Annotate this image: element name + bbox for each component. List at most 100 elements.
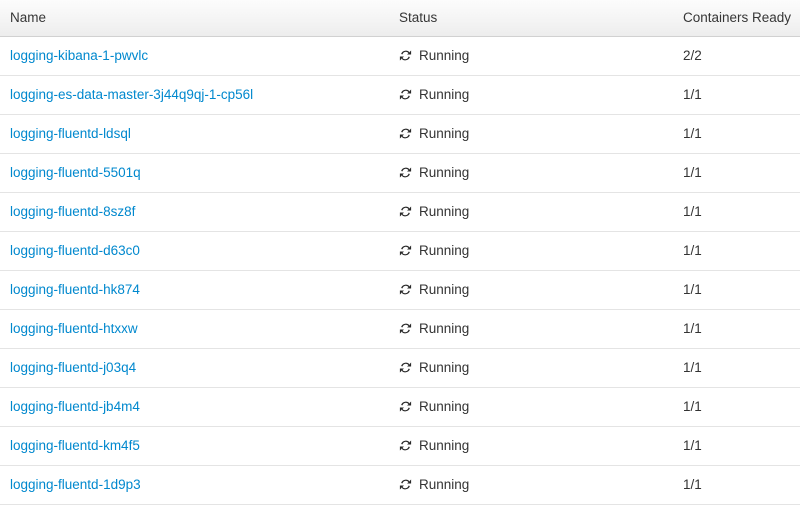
status-label: Running bbox=[419, 48, 470, 63]
containers-ready-value: 1/1 bbox=[683, 243, 702, 258]
table-header-row: Name Status Containers Ready bbox=[0, 0, 800, 37]
table-row[interactable]: logging-fluentd-j03q4 Running 1/1 bbox=[0, 348, 800, 388]
refresh-icon bbox=[399, 127, 412, 140]
pod-name-link[interactable]: logging-fluentd-jb4m4 bbox=[10, 399, 140, 414]
pod-name-link[interactable]: logging-fluentd-ldsql bbox=[10, 126, 131, 141]
status-label: Running bbox=[419, 438, 470, 453]
pod-name-link[interactable]: logging-fluentd-8sz8f bbox=[10, 204, 135, 219]
pod-name-link[interactable]: logging-fluentd-htxxw bbox=[10, 321, 138, 336]
cell-name: logging-fluentd-5501q bbox=[0, 153, 389, 193]
status-badge: Running bbox=[399, 76, 663, 114]
column-header-status[interactable]: Status bbox=[389, 0, 673, 37]
status-label: Running bbox=[419, 126, 470, 141]
status-badge: Running bbox=[399, 466, 663, 504]
table-row[interactable]: logging-fluentd-d63c0 Running 1/1 bbox=[0, 231, 800, 271]
containers-ready-value: 1/1 bbox=[683, 399, 702, 414]
containers-ready-value: 1/1 bbox=[683, 360, 702, 375]
table-row[interactable]: logging-kibana-1-pwvlc Running 2/2 bbox=[0, 36, 800, 76]
status-label: Running bbox=[419, 204, 470, 219]
cell-name: logging-fluentd-hk874 bbox=[0, 270, 389, 310]
containers-ready-value: 1/1 bbox=[683, 126, 702, 141]
table-row[interactable]: logging-fluentd-km4f5 Running 1/1 bbox=[0, 426, 800, 466]
table-body: logging-kibana-1-pwvlc Running 2/2 logging-… bbox=[0, 36, 800, 513]
refresh-icon bbox=[399, 439, 412, 452]
cell-status: Running bbox=[389, 504, 673, 513]
status-label: Running bbox=[419, 282, 470, 297]
pods-table: Name Status Containers Ready logging-kib… bbox=[0, 0, 800, 513]
status-label: Running bbox=[419, 399, 470, 414]
cell-name: logging-curator-1-z2bfb bbox=[0, 504, 389, 513]
cell-containers-ready: 1/1 bbox=[673, 426, 800, 466]
cell-status: Running bbox=[389, 426, 673, 466]
status-label: Running bbox=[419, 477, 470, 492]
cell-status: Running bbox=[389, 309, 673, 349]
table-row[interactable]: logging-fluentd-8sz8f Running 1/1 bbox=[0, 192, 800, 232]
cell-status: Running bbox=[389, 114, 673, 154]
cell-containers-ready: 1/1 bbox=[673, 465, 800, 505]
cell-name: logging-fluentd-ldsql bbox=[0, 114, 389, 154]
pod-name-link[interactable]: logging-fluentd-d63c0 bbox=[10, 243, 140, 258]
containers-ready-value: 1/1 bbox=[683, 165, 702, 180]
containers-ready-value: 1/1 bbox=[683, 477, 702, 492]
table-row[interactable]: logging-fluentd-5501q Running 1/1 bbox=[0, 153, 800, 193]
pod-name-link[interactable]: logging-fluentd-1d9p3 bbox=[10, 477, 141, 492]
cell-containers-ready: 1/1 bbox=[673, 270, 800, 310]
containers-ready-value: 1/1 bbox=[683, 282, 702, 297]
refresh-icon bbox=[399, 166, 412, 179]
table-row[interactable]: logging-fluentd-jb4m4 Running 1/1 bbox=[0, 387, 800, 427]
column-header-name[interactable]: Name bbox=[0, 0, 389, 37]
pod-name-link[interactable]: logging-fluentd-hk874 bbox=[10, 282, 140, 297]
pod-name-link[interactable]: logging-fluentd-5501q bbox=[10, 165, 141, 180]
refresh-icon bbox=[399, 478, 412, 491]
status-label: Running bbox=[419, 321, 470, 336]
containers-ready-value: 2/2 bbox=[683, 48, 702, 63]
cell-name: logging-fluentd-htxxw bbox=[0, 309, 389, 349]
status-badge: Running bbox=[399, 349, 663, 387]
cell-status: Running bbox=[389, 153, 673, 193]
column-header-containers-ready[interactable]: Containers Ready bbox=[673, 0, 800, 37]
cell-name: logging-es-data-master-3j44q9qj-1-cp56l bbox=[0, 75, 389, 115]
status-badge: Running bbox=[399, 271, 663, 309]
status-label: Running bbox=[419, 87, 470, 102]
refresh-icon bbox=[399, 88, 412, 101]
cell-containers-ready: 1/1 bbox=[673, 309, 800, 349]
table-row[interactable]: logging-fluentd-htxxw Running 1/1 bbox=[0, 309, 800, 349]
containers-ready-value: 1/1 bbox=[683, 87, 702, 102]
cell-status: Running bbox=[389, 387, 673, 427]
cell-containers-ready: 1/1 bbox=[673, 153, 800, 193]
pod-name-link[interactable]: logging-fluentd-j03q4 bbox=[10, 360, 136, 375]
cell-status: Running bbox=[389, 270, 673, 310]
cell-status: Running bbox=[389, 192, 673, 232]
status-badge: Running bbox=[399, 505, 663, 513]
containers-ready-value: 1/1 bbox=[683, 438, 702, 453]
cell-containers-ready: 1/1 bbox=[673, 387, 800, 427]
status-badge: Running bbox=[399, 154, 663, 192]
table-row[interactable]: logging-fluentd-ldsql Running 1/1 bbox=[0, 114, 800, 154]
table-row[interactable]: logging-es-data-master-3j44q9qj-1-cp56l R… bbox=[0, 75, 800, 115]
cell-name: logging-fluentd-d63c0 bbox=[0, 231, 389, 271]
pod-name-link[interactable]: logging-fluentd-km4f5 bbox=[10, 438, 140, 453]
cell-status: Running bbox=[389, 348, 673, 388]
cell-name: logging-kibana-1-pwvlc bbox=[0, 36, 389, 76]
pod-name-link[interactable]: logging-es-data-master-3j44q9qj-1-cp56l bbox=[10, 87, 253, 102]
refresh-icon bbox=[399, 361, 412, 374]
table-row[interactable]: logging-curator-1-z2bfb Running 1/1 bbox=[0, 504, 800, 513]
refresh-icon bbox=[399, 322, 412, 335]
cell-status: Running bbox=[389, 75, 673, 115]
cell-status: Running bbox=[389, 465, 673, 505]
cell-name: logging-fluentd-km4f5 bbox=[0, 426, 389, 466]
cell-status: Running bbox=[389, 231, 673, 271]
pod-name-link[interactable]: logging-kibana-1-pwvlc bbox=[10, 48, 148, 63]
cell-containers-ready: 1/1 bbox=[673, 348, 800, 388]
cell-containers-ready: 1/1 bbox=[673, 192, 800, 232]
status-label: Running bbox=[419, 165, 470, 180]
status-label: Running bbox=[419, 243, 470, 258]
cell-name: logging-fluentd-1d9p3 bbox=[0, 465, 389, 505]
status-badge: Running bbox=[399, 232, 663, 270]
status-badge: Running bbox=[399, 193, 663, 231]
table-header: Name Status Containers Ready bbox=[0, 0, 800, 37]
table-row[interactable]: logging-fluentd-1d9p3 Running 1/1 bbox=[0, 465, 800, 505]
table-row[interactable]: logging-fluentd-hk874 Running 1/1 bbox=[0, 270, 800, 310]
containers-ready-value: 1/1 bbox=[683, 204, 702, 219]
cell-status: Running bbox=[389, 36, 673, 76]
